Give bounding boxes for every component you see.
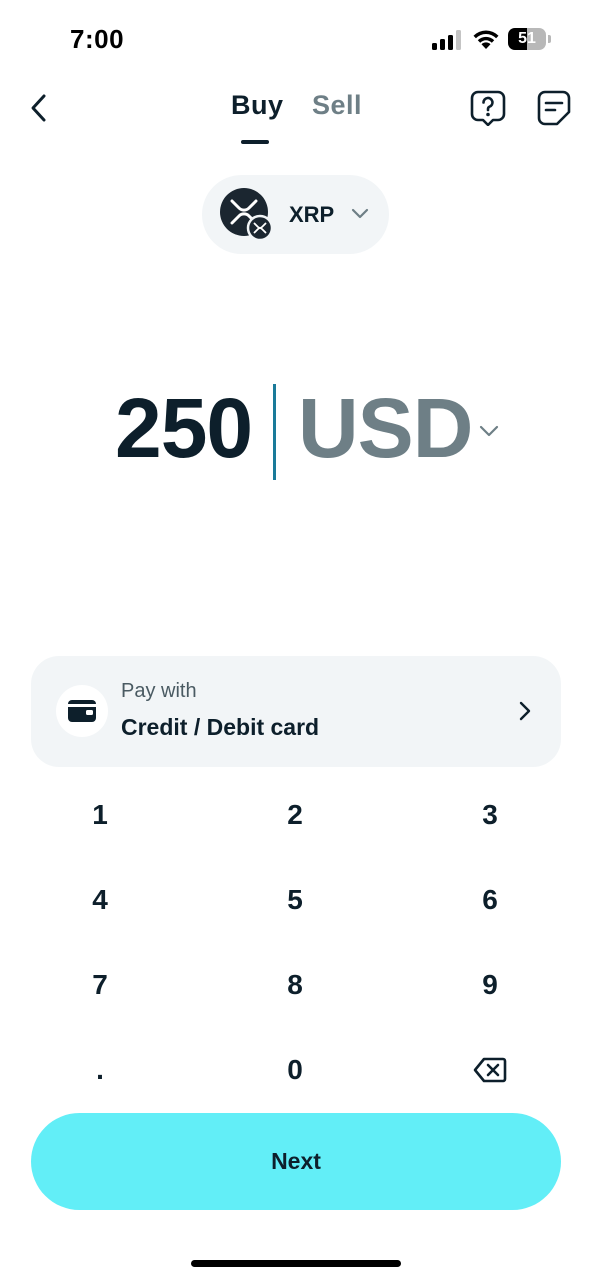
orders-document-icon[interactable] bbox=[537, 90, 571, 126]
xrp-logo-icon bbox=[220, 188, 272, 240]
payment-method-selector[interactable]: Pay with Credit / Debit card bbox=[31, 656, 561, 767]
asset-selector[interactable]: XRP bbox=[202, 175, 389, 254]
status-time: 7:00 bbox=[70, 24, 125, 54]
backspace-button[interactable] bbox=[395, 1027, 585, 1112]
home-indicator[interactable] bbox=[191, 1260, 401, 1267]
battery-indicator: 51 bbox=[508, 28, 552, 50]
payment-method-name: Credit / Debit card bbox=[121, 714, 320, 740]
chevron-right-icon bbox=[519, 701, 531, 721]
currency-selector[interactable]: USD bbox=[298, 378, 473, 478]
tab-sell[interactable]: Sell bbox=[312, 90, 362, 121]
key-2[interactable]: 2 bbox=[200, 772, 390, 857]
key-decimal[interactable]: . bbox=[5, 1027, 195, 1112]
key-6[interactable]: 6 bbox=[395, 857, 585, 942]
help-icon[interactable] bbox=[470, 90, 506, 126]
key-0[interactable]: 0 bbox=[200, 1027, 390, 1112]
chevron-left-icon bbox=[31, 94, 46, 122]
numeric-keypad: 1 2 3 4 5 6 7 8 9 . 0 bbox=[0, 772, 591, 1112]
amount-value: 250 bbox=[115, 381, 253, 475]
wallet-icon bbox=[68, 700, 96, 722]
status-bar: 7:00 51 bbox=[0, 0, 591, 80]
next-button[interactable]: Next bbox=[31, 1113, 561, 1210]
pay-with-label: Pay with bbox=[121, 680, 197, 702]
tab-buy[interactable]: Buy bbox=[231, 90, 284, 121]
amount-display[interactable]: 250 USD bbox=[0, 370, 591, 490]
key-7[interactable]: 7 bbox=[5, 942, 195, 1027]
backspace-icon bbox=[473, 1057, 507, 1082]
tab-selected-indicator bbox=[241, 140, 269, 144]
payment-icon-container bbox=[56, 685, 108, 737]
back-button[interactable] bbox=[20, 88, 56, 128]
asset-symbol: XRP bbox=[289, 202, 335, 227]
key-4[interactable]: 4 bbox=[5, 857, 195, 942]
wifi-icon bbox=[473, 30, 499, 49]
key-3[interactable]: 3 bbox=[395, 772, 585, 857]
battery-level: 51 bbox=[518, 30, 536, 47]
key-5[interactable]: 5 bbox=[200, 857, 390, 942]
cellular-signal-icon bbox=[432, 30, 461, 50]
key-8[interactable]: 8 bbox=[200, 942, 390, 1027]
chevron-down-icon bbox=[351, 208, 369, 219]
chevron-down-icon[interactable] bbox=[478, 424, 500, 438]
key-9[interactable]: 9 bbox=[395, 942, 585, 1027]
text-cursor bbox=[273, 384, 276, 480]
key-1[interactable]: 1 bbox=[5, 772, 195, 857]
